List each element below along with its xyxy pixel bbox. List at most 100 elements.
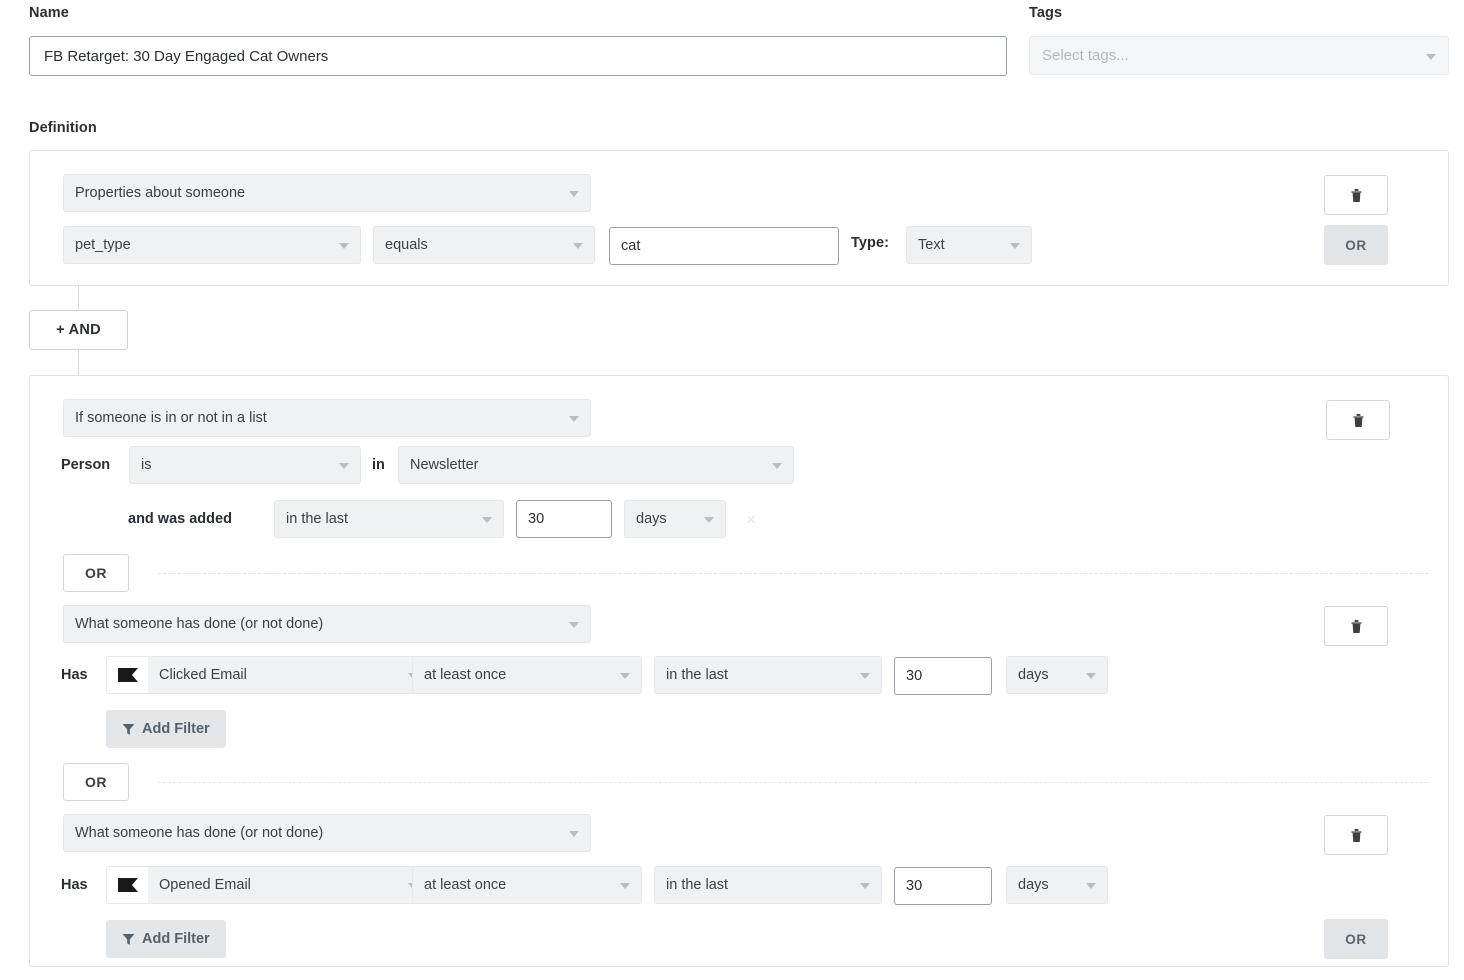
row2-frequency-select[interactable]: at least once — [412, 656, 642, 694]
flag-icon — [117, 877, 139, 893]
row2-timeframe-amount-input[interactable]: 30 — [894, 657, 992, 695]
tags-placeholder: Select tags... — [1042, 47, 1129, 64]
row3-add-filter-button[interactable]: Add Filter — [106, 920, 226, 958]
row3-type-value: What someone has done (or not done) — [75, 825, 323, 841]
row1-list-select[interactable]: Newsletter — [398, 446, 794, 484]
row1-person-label: Person — [61, 446, 110, 484]
row3-metric-select[interactable]: Opened Email — [148, 866, 430, 904]
row2-type-value: What someone has done (or not done) — [75, 616, 323, 632]
row1-timeframe-unit-select[interactable]: days — [624, 500, 726, 538]
row1-delete-button[interactable] — [1326, 400, 1390, 440]
row2-timeframe-value: in the last — [666, 667, 728, 683]
row3-or-button[interactable]: OR — [1324, 919, 1388, 959]
row1-timeframe-unit-value: days — [636, 511, 667, 527]
segment-name-input[interactable]: FB Retarget: 30 Day Engaged Cat Owners — [29, 36, 1007, 76]
trash-icon — [1352, 413, 1365, 428]
row2-timeframe-unit-value: days — [1018, 667, 1049, 683]
chevron-down-icon — [569, 191, 579, 197]
row1-person-value: is — [141, 457, 151, 473]
row2-timeframe-unit-select[interactable]: days — [1006, 656, 1108, 694]
row3-add-filter-label: Add Filter — [142, 931, 210, 947]
chevron-down-icon — [1086, 883, 1096, 889]
definition-label: Definition — [29, 120, 97, 136]
row3-timeframe-unit-value: days — [1018, 877, 1049, 893]
trash-icon — [1350, 828, 1363, 843]
chevron-down-icon — [620, 883, 630, 889]
row1-timeframe-select[interactable]: in the last — [274, 500, 504, 538]
row3-frequency-value: at least once — [424, 877, 506, 893]
group1-type-select[interactable]: Properties about someone — [63, 174, 591, 212]
row3-timeframe-amount-input[interactable]: 30 — [894, 867, 992, 905]
group1-or-button[interactable]: OR — [1324, 225, 1388, 265]
flag-icon — [117, 667, 139, 683]
row2-or-divider-button[interactable]: OR — [63, 554, 129, 592]
row3-or-divider-line — [158, 782, 1428, 783]
row3-type-select[interactable]: What someone has done (or not done) — [63, 814, 591, 852]
row2-metric-select[interactable]: Clicked Email — [148, 656, 430, 694]
condition-group-2: If someone is in or not in a list Person… — [29, 375, 1449, 967]
group1-delete-button[interactable] — [1324, 175, 1388, 215]
name-label: Name — [29, 5, 69, 21]
row2-metric-flag-icon-chip — [106, 656, 148, 694]
row3-frequency-select[interactable]: at least once — [412, 866, 642, 904]
group1-type-label: Type: — [851, 235, 889, 251]
row2-metric-value: Clicked Email — [159, 667, 247, 683]
row3-timeframe-unit-select[interactable]: days — [1006, 866, 1108, 904]
row2-frequency-value: at least once — [424, 667, 506, 683]
row3-or-divider-button[interactable]: OR — [63, 763, 129, 801]
group1-operator-value: equals — [385, 237, 428, 253]
row3-timeframe-select[interactable]: in the last — [654, 866, 882, 904]
row1-clear-timeframe-icon[interactable]: × — [742, 500, 760, 538]
row2-has-label: Has — [61, 656, 88, 694]
chevron-down-icon — [1426, 54, 1436, 60]
segment-builder-page: Name FB Retarget: 30 Day Engaged Cat Own… — [0, 0, 1464, 980]
connector-line-bottom — [78, 350, 79, 375]
trash-icon — [1350, 188, 1363, 203]
chevron-down-icon — [573, 243, 583, 249]
funnel-icon — [122, 723, 135, 736]
row1-timeframe-amount-input[interactable]: 30 — [516, 500, 612, 538]
row3-metric-flag-icon-chip — [106, 866, 148, 904]
row1-list-value: Newsletter — [410, 457, 479, 473]
chevron-down-icon — [1010, 243, 1020, 249]
row3-metric-value: Opened Email — [159, 877, 251, 893]
group1-value-input[interactable]: cat — [609, 227, 839, 265]
group1-value-type-value: Text — [918, 237, 945, 253]
chevron-down-icon — [620, 673, 630, 679]
row3-delete-button[interactable] — [1324, 815, 1388, 855]
chevron-down-icon — [860, 883, 870, 889]
chevron-down-icon — [339, 463, 349, 469]
funnel-icon — [122, 933, 135, 946]
row2-add-filter-button[interactable]: Add Filter — [106, 710, 226, 748]
condition-group-1: Properties about someone pet_type equals… — [29, 150, 1449, 286]
tags-select[interactable]: Select tags... — [1029, 36, 1449, 75]
row2-timeframe-select[interactable]: in the last — [654, 656, 882, 694]
row1-person-select[interactable]: is — [129, 446, 361, 484]
row2-type-select[interactable]: What someone has done (or not done) — [63, 605, 591, 643]
trash-icon — [1350, 619, 1363, 634]
chevron-down-icon — [569, 416, 579, 422]
group1-operator-select[interactable]: equals — [373, 226, 595, 264]
connector-line-top — [78, 286, 79, 310]
group1-value-type-select[interactable]: Text — [906, 226, 1032, 264]
row1-type-select[interactable]: If someone is in or not in a list — [63, 399, 591, 437]
row2-delete-button[interactable] — [1324, 606, 1388, 646]
add-and-button[interactable]: + AND — [29, 310, 128, 350]
group1-property-select[interactable]: pet_type — [63, 226, 361, 264]
row1-timeframe-value: in the last — [286, 511, 348, 527]
chevron-down-icon — [860, 673, 870, 679]
chevron-down-icon — [772, 463, 782, 469]
row2-or-divider-line — [158, 573, 1428, 574]
group1-property-value: pet_type — [75, 237, 131, 253]
row2-add-filter-label: Add Filter — [142, 721, 210, 737]
row1-type-value: If someone is in or not in a list — [75, 410, 267, 426]
chevron-down-icon — [482, 517, 492, 523]
row3-timeframe-value: in the last — [666, 877, 728, 893]
tags-label: Tags — [1029, 5, 1062, 21]
row3-has-label: Has — [61, 866, 88, 904]
chevron-down-icon — [569, 622, 579, 628]
chevron-down-icon — [339, 243, 349, 249]
chevron-down-icon — [704, 517, 714, 523]
chevron-down-icon — [1086, 673, 1096, 679]
row1-added-label: and was added — [128, 500, 232, 538]
